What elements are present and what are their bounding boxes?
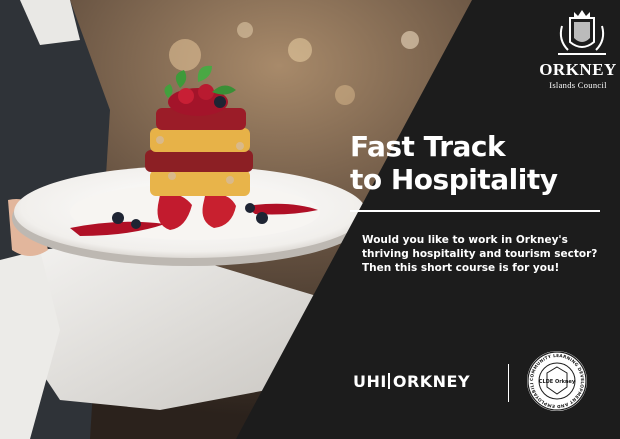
- headline-line1: Fast Track: [350, 130, 506, 163]
- divider-line: [350, 210, 600, 212]
- flyer: ORKNEY Islands Council Fast Track to Hos…: [0, 0, 620, 439]
- headline: Fast Track to Hospitality: [350, 130, 610, 196]
- council-subtitle: Islands Council: [549, 80, 607, 90]
- logo-bar: [387, 373, 390, 389]
- cld-badge-icon: COMMUNITY LEARNING DEVELOPMENT AND EMPLO…: [526, 350, 587, 411]
- cld-center-text: CLDE Orkney: [539, 379, 576, 385]
- council-name: ORKNEY: [539, 60, 617, 79]
- course-description: Would you like to work in Orkney's thriv…: [362, 234, 598, 274]
- headline-line2: to Hospitality: [350, 163, 558, 196]
- uhi-text: UHI: [353, 372, 387, 391]
- uhi-orkney-logo: UHI ORKNEY: [353, 372, 470, 391]
- logo-divider: [508, 364, 509, 402]
- orkney-text: ORKNEY: [392, 372, 471, 391]
